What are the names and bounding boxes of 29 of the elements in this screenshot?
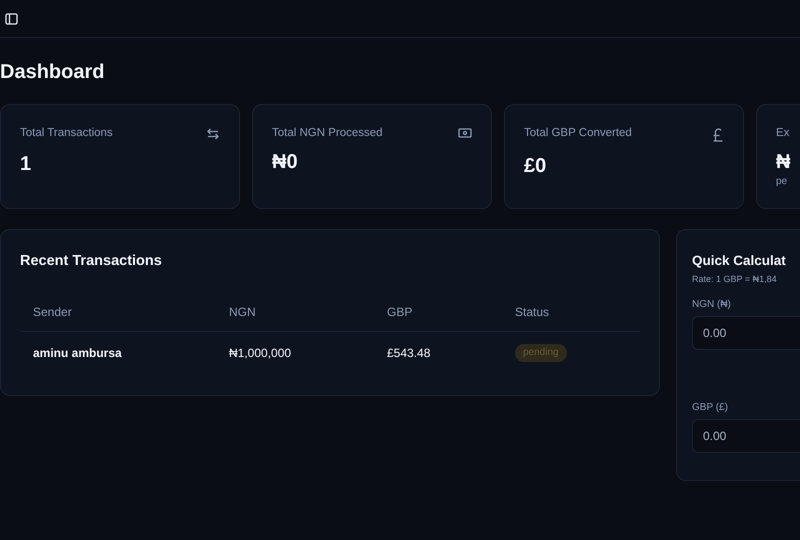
panel-title: Quick Calculat xyxy=(692,253,787,268)
column-header: GBP xyxy=(386,304,414,321)
column-header: NGN xyxy=(228,304,257,321)
status-badge: pending xyxy=(515,344,567,362)
table-cell-text: £543.48 xyxy=(386,345,432,362)
amount-field[interactable]: 0.00 xyxy=(692,316,800,350)
stat-note: pe xyxy=(776,176,788,187)
stat-value: ₦ xyxy=(776,151,792,174)
stat-label: Total Transactions xyxy=(20,127,113,139)
amount-field[interactable]: 0.00 xyxy=(692,419,800,453)
panel-title: Recent Transactions xyxy=(20,253,163,269)
sidebar-toggle-button[interactable] xyxy=(5,12,18,24)
stat-value: 1 xyxy=(20,153,32,176)
table-cell-text: ₦1,000,000 xyxy=(228,345,292,362)
field-label: GBP (£) xyxy=(692,402,729,413)
exchange-rate: Rate: 1 GBP = ₦1,84 xyxy=(692,274,778,284)
pound-sign-icon xyxy=(712,127,724,143)
stat-label: Ex xyxy=(776,127,790,139)
stat-value: £0 xyxy=(524,155,548,178)
table-cell-text: aminu ambursa xyxy=(32,345,123,362)
stat-value: ₦0 xyxy=(272,151,299,174)
field-label: NGN (₦) xyxy=(692,299,732,310)
swap-arrows-icon xyxy=(206,127,220,141)
column-header: Sender xyxy=(32,304,73,321)
column-header: Status xyxy=(514,304,550,321)
stat-label: Total NGN Processed xyxy=(272,127,383,139)
stat-label: Total GBP Converted xyxy=(524,127,632,139)
page-title: Dashboard xyxy=(0,60,106,84)
banknote-icon xyxy=(458,127,472,139)
